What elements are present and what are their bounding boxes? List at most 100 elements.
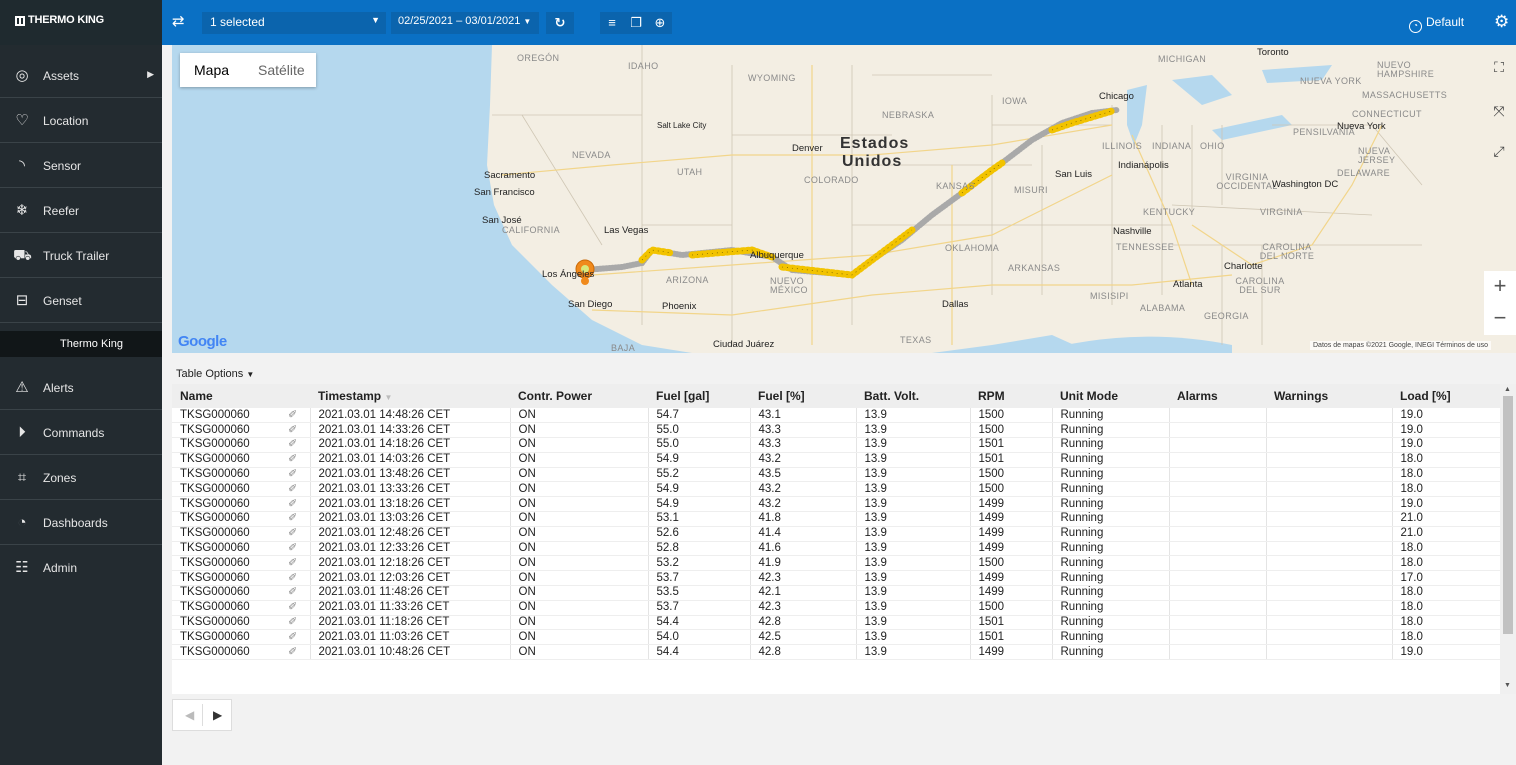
column-header-unit-mode[interactable]: Unit Mode xyxy=(1052,384,1169,408)
column-header-contr-power[interactable]: Contr. Power xyxy=(510,384,648,408)
table-body: TKSG000060 ✐ 2021.03.01 14:48:26 CET ON 54.7… xyxy=(172,408,1501,661)
column-header-fuel-gal[interactable]: Fuel [gal] xyxy=(648,384,750,408)
table-options-dropdown[interactable]: Table Options ▼ xyxy=(176,368,254,380)
map-type-roadmap-button[interactable]: Mapa xyxy=(194,62,229,78)
table-row[interactable]: TKSG000060 ✐ 2021.03.01 13:18:26 CET ON 54.9… xyxy=(172,496,1501,513)
sidebar-item-sensor[interactable]: ◝ Sensor xyxy=(0,144,162,188)
table-cell: 2021.03.01 12:03:26 CET xyxy=(310,570,511,587)
wrench-icon[interactable]: ✐ xyxy=(280,585,311,601)
table-cell: 2021.03.01 11:33:26 CET xyxy=(310,600,511,616)
sidebar-item-genset[interactable]: ⊟ Genset xyxy=(0,279,162,323)
table-cell: 42.3 xyxy=(750,600,857,616)
wrench-icon[interactable]: ✐ xyxy=(280,511,311,527)
table-row[interactable]: TKSG000060 ✐ 2021.03.01 14:48:26 CET ON 54.7… xyxy=(172,408,1501,424)
table-row[interactable]: TKSG000060 ✐ 2021.03.01 12:48:26 CET ON 52.6… xyxy=(172,526,1501,542)
swap-icon[interactable]: ⇄ xyxy=(172,12,185,30)
expand-icon[interactable]: ⤢ xyxy=(1482,135,1516,167)
zoom-in-button[interactable]: + xyxy=(1484,271,1516,303)
sidebar-item-label: Location xyxy=(43,114,89,128)
scroll-up-icon[interactable]: ▲ xyxy=(1504,386,1511,393)
wrench-icon[interactable]: ✐ xyxy=(280,408,311,424)
asset-select[interactable]: 1 selected ▼ xyxy=(202,12,386,34)
wrench-icon[interactable]: ✐ xyxy=(280,496,311,513)
table-cell: ON xyxy=(510,615,649,631)
table-row[interactable]: TKSG000060 ✐ 2021.03.01 13:33:26 CET ON 54.9… xyxy=(172,481,1501,498)
table-row[interactable]: TKSG000060 ✐ 2021.03.01 10:48:26 CET ON 54.4… xyxy=(172,644,1501,661)
column-header-load[interactable]: Load [%] xyxy=(1392,384,1500,408)
wrench-icon[interactable]: ✐ xyxy=(280,422,311,439)
table-row[interactable]: TKSG000060 ✐ 2021.03.01 11:33:26 CET ON 53.7… xyxy=(172,600,1501,616)
wrench-icon[interactable]: ✐ xyxy=(280,541,311,557)
map-view[interactable]: OREGÓN IDAHO WYOMING NEVADA UTAH COLORAD… xyxy=(172,45,1516,353)
scroll-down-icon[interactable]: ▼ xyxy=(1504,682,1511,689)
table-row[interactable]: TKSG000060 ✐ 2021.03.01 14:18:26 CET ON 55.0… xyxy=(172,437,1501,453)
wrench-icon[interactable]: ✐ xyxy=(280,644,311,661)
column-header-fuel-pct[interactable]: Fuel [%] xyxy=(750,384,856,408)
sidebar-item-truck-trailer[interactable]: ⛟ Truck Trailer xyxy=(0,234,162,278)
table-row[interactable]: TKSG000060 ✐ 2021.03.01 12:33:26 CET ON 52.8… xyxy=(172,541,1501,557)
table-cell: Running xyxy=(1052,600,1170,616)
wrench-icon[interactable]: ✐ xyxy=(280,481,311,498)
wrench-icon[interactable]: ✐ xyxy=(280,615,311,631)
wrench-icon[interactable]: ✐ xyxy=(280,467,311,483)
sidebar-item-zones[interactable]: ⌗ Zones xyxy=(0,456,162,500)
table-row[interactable]: TKSG000060 ✐ 2021.03.01 12:18:26 CET ON 53.2… xyxy=(172,555,1501,572)
table-scrollbar[interactable]: ▲ ▼ xyxy=(1500,384,1516,694)
table-cell: Running xyxy=(1052,481,1170,498)
globe-icon[interactable]: ⊕ xyxy=(648,12,672,34)
gear-icon[interactable]: ⚙ xyxy=(1494,12,1509,32)
table-row[interactable]: TKSG000060 ✐ 2021.03.01 14:33:26 CET ON 55.0… xyxy=(172,422,1501,439)
wrench-icon[interactable]: ✐ xyxy=(280,526,311,542)
wrench-icon[interactable]: ✐ xyxy=(280,555,311,572)
table-cell: 2021.03.01 11:18:26 CET xyxy=(310,615,511,631)
table-row[interactable]: TKSG000060 ✐ 2021.03.01 11:18:26 CET ON 54.4… xyxy=(172,615,1501,631)
map-label: MISURI xyxy=(1014,185,1048,195)
wrench-icon[interactable]: ✐ xyxy=(280,600,311,616)
map-attribution[interactable]: Datos de mapas ©2021 Google, INEGI Térmi… xyxy=(1310,341,1492,350)
column-header-batt-volt[interactable]: Batt. Volt. xyxy=(856,384,970,408)
sidebar-item-admin[interactable]: ☷ Admin xyxy=(0,546,162,590)
table-cell xyxy=(1169,408,1267,424)
table-row[interactable]: TKSG000060 ✐ 2021.03.01 14:03:26 CET ON 54.9… xyxy=(172,452,1501,468)
sidebar-item-reefer[interactable]: ❄ Reefer xyxy=(0,189,162,233)
date-range-picker[interactable]: 02/25/2021 – 03/01/2021 ▼ xyxy=(391,12,539,34)
wrench-icon[interactable]: ✐ xyxy=(280,629,311,646)
sidebar-item-commands[interactable]: ⏵ Commands xyxy=(0,411,162,455)
fullscreen-icon[interactable]: ⛶ xyxy=(1482,51,1516,83)
collapse-icon[interactable]: ⤧ xyxy=(1482,95,1516,127)
next-page-icon[interactable]: ▶ xyxy=(213,708,222,722)
column-header-timestamp[interactable]: Timestamp ▼ xyxy=(310,384,510,408)
map-label: CAROLINA DEL SUR xyxy=(1235,276,1285,295)
default-dashboard-link[interactable]: ◔ Default xyxy=(1409,15,1464,33)
table-row[interactable]: TKSG000060 ✐ 2021.03.01 13:48:26 CET ON 55.2… xyxy=(172,467,1501,483)
column-header-name[interactable]: Name xyxy=(172,384,310,408)
prev-page-icon[interactable]: ◀ xyxy=(185,708,194,722)
wrench-icon[interactable]: ✐ xyxy=(280,437,311,453)
sidebar-subitem-thermo-king[interactable]: Thermo King xyxy=(0,331,162,357)
table-row[interactable]: TKSG000060 ✐ 2021.03.01 11:03:26 CET ON 54.0… xyxy=(172,629,1501,646)
zoom-out-button[interactable]: − xyxy=(1484,303,1516,335)
table-cell: 13.9 xyxy=(856,526,971,542)
table-row[interactable]: TKSG000060 ✐ 2021.03.01 11:48:26 CET ON 53.5… xyxy=(172,585,1501,601)
brand-logo[interactable]: THERMO KING xyxy=(0,0,162,45)
column-header-alarms[interactable]: Alarms xyxy=(1169,384,1266,408)
sidebar-item-dashboards[interactable]: ◔ Dashboards xyxy=(0,501,162,545)
refresh-button[interactable]: ↻ xyxy=(546,12,574,34)
table-row[interactable]: TKSG000060 ✐ 2021.03.01 13:03:26 CET ON 53.1… xyxy=(172,511,1501,527)
table-row[interactable]: TKSG000060 ✐ 2021.03.01 12:03:26 CET ON 53.7… xyxy=(172,570,1501,587)
map-label: ARKANSAS xyxy=(1008,263,1061,273)
list-view-icon[interactable]: ≡ xyxy=(600,12,624,34)
sidebar-item-location[interactable]: ♡ Location xyxy=(0,99,162,143)
table-cell: 2021.03.01 10:48:26 CET xyxy=(310,644,511,661)
sidebar-item-alerts[interactable]: ⚠ Alerts xyxy=(0,366,162,410)
map-canvas xyxy=(487,45,1516,353)
wrench-icon[interactable]: ✐ xyxy=(280,570,311,587)
column-header-warnings[interactable]: Warnings xyxy=(1266,384,1392,408)
sidebar-item-assets[interactable]: ◎ Assets ▶ xyxy=(0,54,162,98)
scrollbar-thumb[interactable] xyxy=(1503,396,1513,634)
map-type-satellite-button[interactable]: Satélite xyxy=(258,62,305,78)
wrench-icon[interactable]: ✐ xyxy=(280,452,311,468)
map-label: DELAWARE xyxy=(1337,168,1391,178)
window-view-icon[interactable]: ❐ xyxy=(624,12,648,34)
column-header-rpm[interactable]: RPM xyxy=(970,384,1052,408)
